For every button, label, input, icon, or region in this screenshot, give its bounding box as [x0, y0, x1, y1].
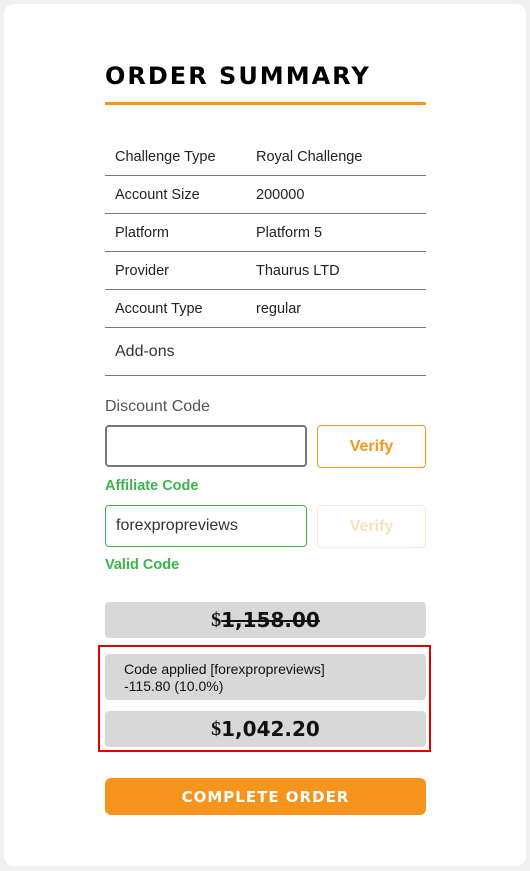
currency-symbol: $: [211, 608, 222, 631]
table-row: Account Size 200000: [105, 175, 426, 214]
table-row: Provider Thaurus LTD: [105, 251, 426, 290]
row-value: Platform 5: [256, 213, 426, 252]
code-applied-box: Code applied [forexpropreviews] -115.80 …: [105, 654, 426, 700]
table-row: Challenge Type Royal Challenge: [105, 138, 426, 176]
verify-affiliate-button[interactable]: Verify: [317, 505, 426, 548]
code-applied-text: Code applied [forexpropreviews]: [124, 661, 325, 677]
summary-table: Challenge Type Royal Challenge Account S…: [105, 138, 426, 376]
discount-code-input[interactable]: [105, 425, 307, 467]
row-label: Account Size: [105, 175, 256, 214]
original-price: $1,158.00: [105, 602, 426, 638]
discount-amount-text: -115.80 (10.0%): [124, 678, 224, 694]
page-title: ORDER SUMMARY: [105, 62, 371, 90]
addons-row: Add-ons: [105, 327, 426, 376]
table-row: Platform Platform 5: [105, 213, 426, 252]
valid-code-status: Valid Code: [105, 557, 180, 573]
currency-symbol: $: [211, 717, 222, 740]
complete-order-button[interactable]: COMPLETE ORDER: [105, 778, 426, 815]
row-value: Thaurus LTD: [256, 251, 426, 290]
original-price-amount: 1,158.00: [221, 608, 320, 632]
row-label: Platform: [105, 213, 256, 252]
affiliate-code-label: Affiliate Code: [105, 478, 199, 494]
final-price-amount: 1,042.20: [221, 717, 320, 741]
row-value: 200000: [256, 175, 426, 214]
row-label: Account Type: [105, 289, 256, 328]
final-price: $1,042.20: [105, 711, 426, 747]
addons-label: Add-ons: [105, 327, 426, 376]
order-summary-card: ORDER SUMMARY Challenge Type Royal Chall…: [4, 4, 526, 866]
row-label: Provider: [105, 251, 256, 290]
row-label: Challenge Type: [105, 138, 256, 176]
row-value: regular: [256, 289, 426, 328]
discount-code-label: Discount Code: [105, 398, 210, 415]
verify-discount-button[interactable]: Verify: [317, 425, 426, 468]
table-row: Account Type regular: [105, 289, 426, 328]
row-value: Royal Challenge: [256, 138, 426, 176]
title-divider: [105, 102, 426, 105]
affiliate-code-input[interactable]: forexpropreviews: [105, 505, 307, 547]
